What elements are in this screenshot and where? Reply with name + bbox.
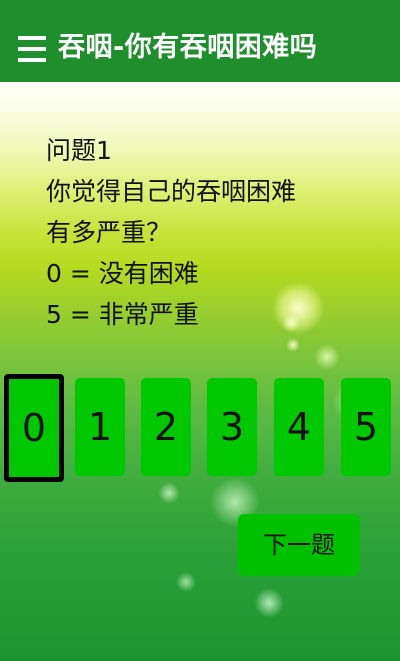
- score-button-3[interactable]: 3: [207, 378, 257, 476]
- score-button-5[interactable]: 5: [341, 378, 391, 476]
- app-bar: 吞咽-你有吞咽困难吗: [0, 0, 400, 82]
- menu-icon[interactable]: [18, 36, 46, 62]
- score-button-2[interactable]: 2: [141, 378, 191, 476]
- decorative-glow: [176, 572, 196, 592]
- app-title: 吞咽-你有吞咽困难吗: [58, 32, 318, 63]
- next-question-button[interactable]: 下一题: [238, 514, 360, 576]
- decorative-glow: [314, 344, 340, 370]
- scale-min-label: 0 = 没有困难: [46, 259, 199, 288]
- score-scale: 0 1 2 3 4 5: [0, 372, 400, 484]
- decorative-glow: [254, 588, 284, 618]
- question-number: 问题1: [46, 136, 112, 165]
- decorative-glow: [158, 482, 180, 504]
- decorative-glow: [286, 338, 300, 352]
- question-line-2: 有多严重？: [46, 218, 172, 247]
- score-button-0[interactable]: 0: [4, 374, 64, 482]
- scale-max-label: 5 = 非常严重: [46, 300, 199, 329]
- score-button-1[interactable]: 1: [75, 378, 125, 476]
- question-line-1: 你觉得自己的吞咽困难: [46, 177, 297, 206]
- question-text: 问题1 你觉得自己的吞咽困难 有多严重？ 0 = 没有困难 5 = 非常严重: [46, 130, 296, 335]
- score-button-4[interactable]: 4: [274, 378, 324, 476]
- app-screen: 吞咽-你有吞咽困难吗 问题1 你觉得自己的吞咽困难 有多严重？ 0 = 没有困难…: [0, 0, 400, 661]
